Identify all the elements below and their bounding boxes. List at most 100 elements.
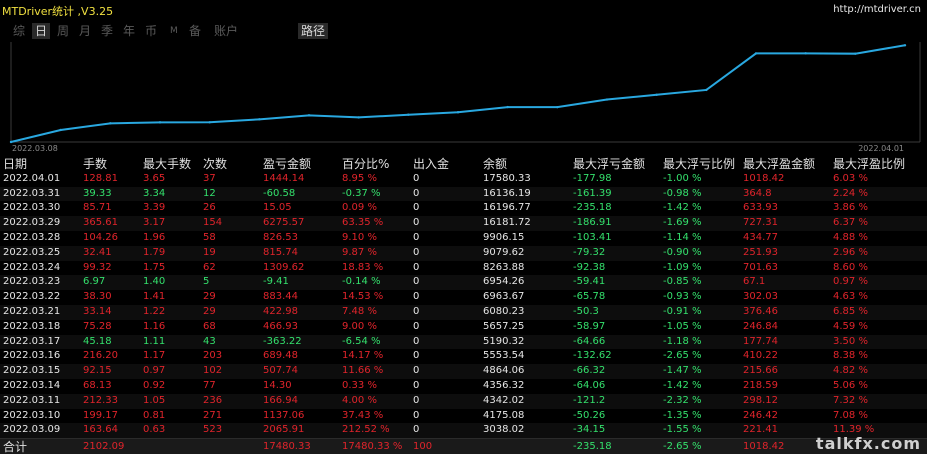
- table-row[interactable]: 2022.03.17 45.18 1.11 43 -363.22 -6.54 % 0 5190…: [0, 334, 927, 350]
- cell-max-float-profit: 701.63: [743, 261, 778, 273]
- header-deposit[interactable]: 出入金: [413, 157, 449, 172]
- equity-point: [59, 128, 62, 132]
- cell-max-float-profit: 410.22: [743, 350, 778, 362]
- cell-max-float-profit: 376.46: [743, 305, 778, 317]
- table-row[interactable]: 2022.03.18 75.28 1.16 68 466.93 9.00 % 0 5657.2…: [0, 320, 927, 335]
- header-date[interactable]: 日期: [3, 157, 27, 172]
- table-row[interactable]: 2022.03.25 32.41 1.79 19 815.74 9.87 % 0 9079.6…: [0, 245, 927, 261]
- cell-max-float-loss-pct: -0.85 %: [663, 276, 702, 288]
- cell-max-float-profit: 434.77: [743, 231, 778, 243]
- cell-balance: 6963.67: [483, 291, 525, 303]
- table-row[interactable]: 2022.03.16 216.20 1.17 203 689.48 14.17 % 0 555…: [0, 349, 927, 364]
- header-max-float-profit[interactable]: 最大浮盈金额: [743, 157, 815, 172]
- cell-date: 2022.03.23: [3, 276, 61, 288]
- cell-max-float-loss-pct: -1.35 %: [663, 409, 702, 421]
- table-row[interactable]: 2022.03.23 6.97 1.40 5 -9.41 -0.14 % 0 6954.26 -…: [0, 275, 927, 291]
- cell-date: 2022.03.09: [3, 424, 61, 436]
- cell-count: 102: [203, 365, 223, 377]
- cell-count: 62: [203, 261, 216, 273]
- cell-count: 12: [203, 187, 216, 199]
- cell-max-float-profit-pct: 5.06 %: [833, 379, 868, 391]
- tab-account[interactable]: 账户: [214, 23, 238, 39]
- cell-max-float-profit-pct: 2.24 %: [833, 187, 868, 199]
- cell-max-float-profit: 221.41: [743, 424, 778, 436]
- tab-summary[interactable]: 综: [13, 23, 25, 39]
- header-max-float-loss[interactable]: 最大浮亏金额: [573, 157, 645, 172]
- cell-max-lots: 1.96: [143, 231, 166, 243]
- table-row[interactable]: 2022.03.28 104.26 1.96 58 826.53 9.10 % 0 9906.…: [0, 231, 927, 246]
- header-count[interactable]: 次数: [203, 157, 227, 172]
- table-row[interactable]: 2022.03.24 99.32 1.75 62 1309.62 18.83 % 0 8263…: [0, 261, 927, 276]
- website-link[interactable]: http://mtdriver.cn: [833, 4, 921, 15]
- cell-date: 2022.03.18: [3, 320, 61, 332]
- table-row[interactable]: 2022.03.29 365.61 3.17 154 6275.57 63.35 % 0 16…: [0, 216, 927, 231]
- title-bar: MTDriver统计 ,V3.25 http://mtdriver.cn: [0, 0, 927, 20]
- header-balance[interactable]: 余额: [483, 157, 507, 172]
- table-row[interactable]: 2022.03.09 163.64 0.63 523 2065.91 212.52 % 0 3…: [0, 423, 927, 439]
- tab-path[interactable]: 路径: [298, 23, 329, 39]
- header-max-float-loss-pct[interactable]: 最大浮亏比例: [663, 157, 735, 172]
- header-pl[interactable]: 盈亏金额: [263, 157, 311, 172]
- tab-m[interactable]: M: [170, 23, 178, 39]
- period-tabs: 综 日 周 月 季 年 币 M 备 账户 路径: [0, 22, 927, 40]
- equity-point: [605, 98, 609, 101]
- table-row[interactable]: 2022.03.31 39.33 3.34 12 -60.58 -0.37 % 0 16136…: [0, 186, 927, 202]
- cell-count: 29: [203, 291, 216, 303]
- table-row[interactable]: 2022.03.21 33.14 1.22 29 422.98 7.48 % 0 6080.2…: [0, 304, 927, 320]
- cell-max-lots: 1.79: [143, 246, 166, 258]
- table-row[interactable]: 2022.03.15 92.15 0.97 102 507.74 11.66 % 0 4864…: [0, 364, 927, 379]
- table-row[interactable]: 2022.04.01 128.81 3.65 37 1444.14 8.95 % 0 1758…: [0, 172, 927, 187]
- cell-lots: 33.14: [83, 305, 112, 317]
- cell-balance: 6954.26: [483, 276, 525, 288]
- cell-max-float-loss: -132.62: [573, 350, 612, 362]
- cell-lots: 365.61: [83, 217, 118, 229]
- cell-max-float-loss-pct: -0.90 %: [663, 246, 702, 258]
- cell-pct: 14.17 %: [342, 350, 384, 362]
- cell-max-float-profit-pct: 2.96 %: [833, 246, 868, 258]
- cell-count: 236: [203, 394, 223, 406]
- table-row[interactable]: 2022.03.10 199.17 0.81 271 1137.06 37.43 % 0 41…: [0, 409, 927, 424]
- cell-count: 29: [203, 305, 216, 317]
- table-row[interactable]: 2022.03.30 85.71 3.39 26 15.05 0.09 % 0 16196.7…: [0, 201, 927, 216]
- cell-max-float-loss-pct: -2.32 %: [663, 394, 702, 406]
- cell-max-float-profit-pct: 4.88 %: [833, 231, 868, 243]
- cell-count: 5: [203, 276, 210, 288]
- cell-pl: 1137.06: [263, 409, 305, 421]
- cell-deposit: 0: [413, 335, 420, 347]
- table-row[interactable]: 2022.03.11 212.33 1.05 236 166.94 4.00 % 0 4342…: [0, 393, 927, 409]
- cell-max-float-profit-pct: 6.85 %: [833, 305, 868, 317]
- cell-max-float-profit: 251.93: [743, 246, 778, 258]
- equity-point: [705, 88, 708, 92]
- cell-count: 26: [203, 202, 216, 214]
- table-row[interactable]: 2022.03.14 68.13 0.92 77 14.30 0.33 % 0 4356.32…: [0, 379, 927, 394]
- cell-date: 2022.03.31: [3, 187, 61, 199]
- cell-max-float-profit-pct: 3.50 %: [833, 335, 868, 347]
- cell-max-lots: 1.11: [143, 335, 166, 347]
- header-lots[interactable]: 手数: [83, 157, 107, 172]
- header-max-lots[interactable]: 最大手数: [143, 157, 191, 172]
- cell-pct: 0.09 %: [342, 202, 377, 214]
- tab-day[interactable]: 日: [32, 23, 51, 39]
- cell-date: 2022.03.24: [3, 261, 61, 273]
- header-pct[interactable]: 百分比%: [342, 157, 389, 172]
- tab-quarter[interactable]: 季: [101, 23, 113, 39]
- tab-week[interactable]: 周: [57, 23, 69, 39]
- equity-point: [158, 121, 162, 124]
- tab-month[interactable]: 月: [79, 23, 91, 39]
- cell-date: 2022.03.15: [3, 365, 61, 377]
- cell-max-float-profit-pct: 4.59 %: [833, 320, 868, 332]
- equity-point: [854, 52, 857, 55]
- table-header: 日期 手数 最大手数 次数 盈亏金额 百分比% 出入金 余额 最大浮亏金额 最大…: [0, 157, 927, 172]
- x-end-label: 2022.04.01: [858, 144, 904, 153]
- cell-max-float-profit: 1018.42: [743, 172, 785, 184]
- cell-max-lots: 1.17: [143, 350, 166, 362]
- tab-currency[interactable]: 币: [145, 23, 157, 39]
- cell-date: 2022.03.14: [3, 379, 61, 391]
- tab-year[interactable]: 年: [123, 23, 135, 39]
- cell-deposit: 0: [413, 424, 420, 436]
- header-max-float-profit-pct[interactable]: 最大浮盈比例: [833, 157, 905, 172]
- tab-note[interactable]: 备: [189, 23, 201, 39]
- table-row[interactable]: 2022.03.22 38.30 1.41 29 883.44 14.53 % 0 6963.…: [0, 290, 927, 305]
- cell-deposit: 0: [413, 261, 420, 273]
- cell-max-lots: 3.34: [143, 187, 166, 199]
